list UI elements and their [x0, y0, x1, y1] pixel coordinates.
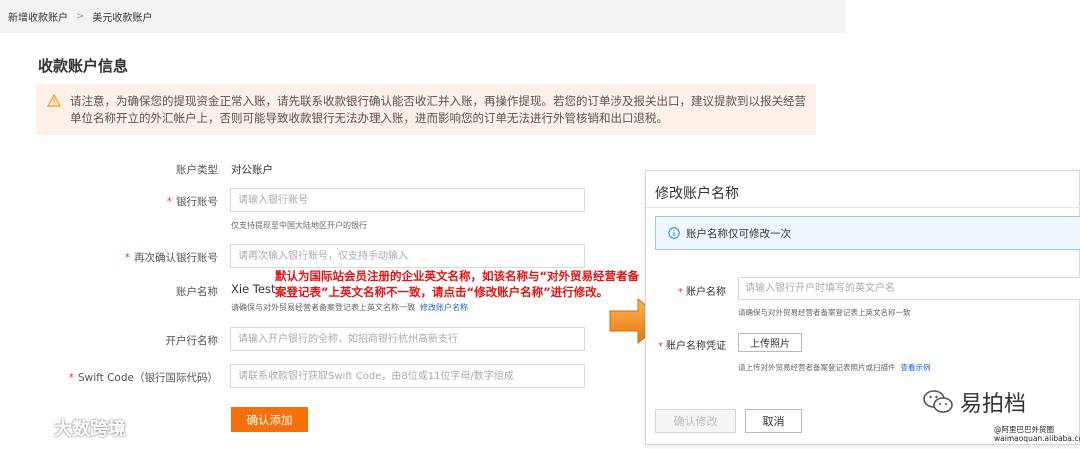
- watermark-left: 大数跨境: [8, 415, 126, 441]
- account-type-value: 对公账户: [231, 164, 273, 176]
- dialog-divider: [646, 207, 1080, 208]
- dialog-account-name-input[interactable]: [738, 277, 1080, 300]
- confirm-account-label: * 再次确认银行账号: [124, 252, 218, 264]
- breadcrumb-item-new-account[interactable]: 新增收款账户: [8, 9, 68, 24]
- account-name-label: 账户名称: [176, 286, 218, 298]
- dialog-account-name-label: * 账户名称: [678, 287, 726, 298]
- dialog-title: 修改账户名称: [655, 186, 739, 202]
- account-name-value: Xie Test: [231, 282, 276, 296]
- annotation-text: 默认为国际站会员注册的企业英文名称，如该名称与“对外贸易经营者备案登记表”上英文…: [275, 269, 640, 299]
- bank-account-hint: 仅支持提现至中国大陆地区开户的银行: [231, 221, 367, 230]
- bank-account-input[interactable]: [230, 188, 585, 212]
- notice-banner: 请注意，为确保您的提现资金正常入账，请先联系收款银行确认能否收汇并入账，再操作提…: [36, 84, 816, 135]
- warning-icon: [47, 94, 61, 107]
- wechat-icon: [923, 390, 953, 413]
- dialog-proof-hint: 请上传对外贸易经营者备案登记表照片或扫描件 查看示例: [738, 363, 931, 372]
- dialog-account-name-hint: 请确保与对外贸易经营者备案登记表上英文名称一致: [738, 308, 911, 317]
- breadcrumb-separator-icon: >: [76, 11, 85, 22]
- account-type-label: 账户类型: [176, 164, 218, 176]
- swift-code-input[interactable]: [230, 364, 585, 388]
- page-title: 收款账户信息: [38, 57, 129, 75]
- watermark-right-caption: @阿里巴巴外贸圈 waimaoquan.alibaba.com: [994, 425, 1080, 443]
- bank-account-label: * 银行账号: [166, 196, 218, 208]
- dialog-proof-label: * 账户名称凭证: [658, 341, 726, 352]
- bank-name-label: 开户行名称: [165, 335, 219, 347]
- cancel-button[interactable]: 取消: [745, 409, 802, 433]
- upload-photo-button[interactable]: 上传照片: [738, 333, 802, 352]
- watermark-right: 易拍档: [922, 386, 1026, 418]
- edit-account-name-link[interactable]: 修改账户名称: [420, 303, 468, 312]
- breadcrumb-item-usd-account: 美元收款账户: [92, 13, 153, 24]
- notice-text: 请注意，为确保您的提现资金正常入账，请先联系收款银行确认能否收汇并入账，再操作提…: [70, 94, 806, 125]
- breadcrumb: 新增收款账户 > 美元收款账户: [0, 0, 846, 33]
- brand-logo-icon: [8, 420, 48, 436]
- bank-name-input[interactable]: [230, 327, 585, 351]
- confirm-account-input[interactable]: [230, 244, 585, 268]
- account-name-hint: 请确保与对外贸易经营者备案登记表上英文名称一致 修改账户名称: [231, 303, 468, 312]
- swift-code-label: * Swift Code（银行国际代码）: [68, 372, 218, 384]
- confirm-edit-button[interactable]: 确认修改: [655, 409, 736, 433]
- dialog-info-banner: 账户名称仅可修改一次: [655, 216, 1080, 250]
- view-example-link[interactable]: 查看示例: [901, 363, 931, 372]
- confirm-add-button[interactable]: 确认添加: [231, 407, 308, 432]
- info-icon: [668, 227, 680, 239]
